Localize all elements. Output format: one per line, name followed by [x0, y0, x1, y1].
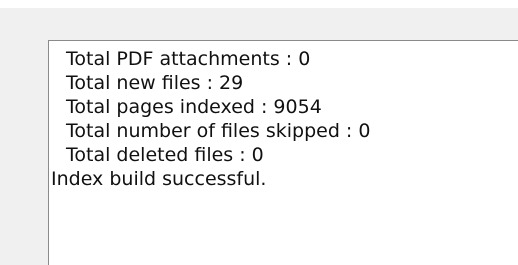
log-line-deleted-files: Total deleted files : 0: [66, 144, 264, 166]
log-line-files-skipped: Total number of files skipped : 0: [66, 120, 371, 142]
log-line-build-status: Index build successful.: [51, 168, 267, 190]
log-line-pdf-attachments: Total PDF attachments : 0: [66, 48, 311, 70]
index-log-output[interactable]: Total PDF attachments : 0 Total new file…: [48, 40, 518, 265]
window-top-strip: [0, 0, 518, 8]
log-lines: Total PDF attachments : 0 Total new file…: [49, 47, 370, 191]
log-line-new-files: Total new files : 29: [66, 72, 244, 94]
log-line-pages-indexed: Total pages indexed : 9054: [66, 96, 322, 118]
